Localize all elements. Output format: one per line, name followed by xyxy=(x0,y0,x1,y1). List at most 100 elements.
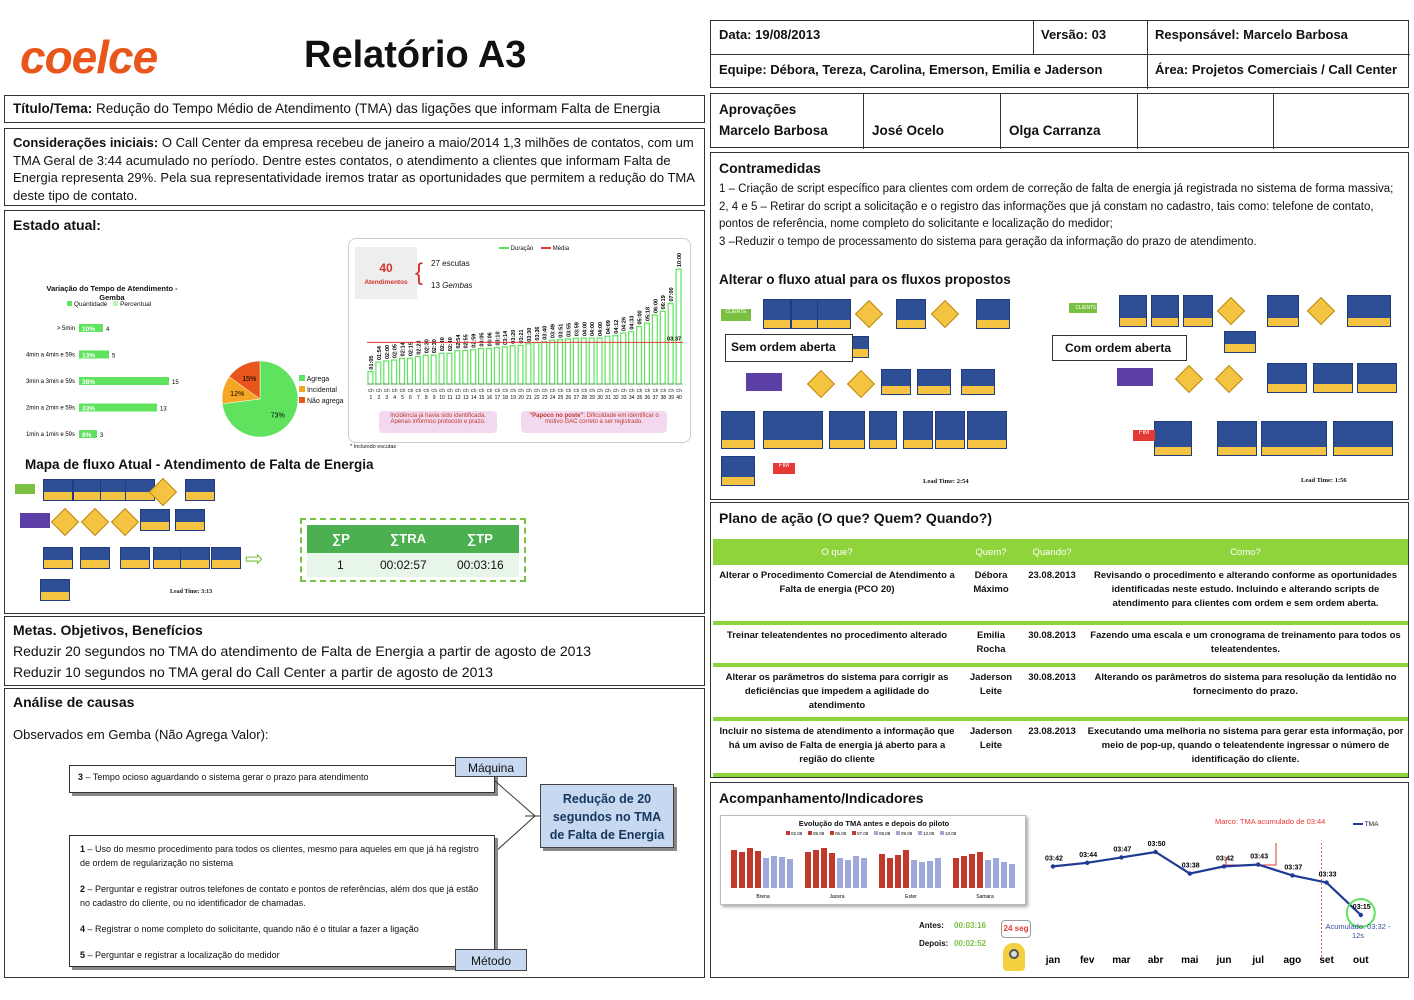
duration-bar xyxy=(406,357,414,385)
evo-bar xyxy=(903,850,909,888)
duration-bar xyxy=(572,337,579,385)
method-cause-1: 1 – Uso do mesmo procedimento para todos… xyxy=(80,842,484,870)
variation-legend: Quantidade Percentual xyxy=(67,301,151,308)
variation-category-label: 3min a 3min e 59s xyxy=(26,379,75,385)
duration-category-label: 9 xyxy=(433,395,436,401)
method-cause-5-text: – Perguntar e registrar a localização do… xyxy=(85,950,280,960)
duration-category-label: 15 xyxy=(479,395,485,401)
report-area: Área: Projetos Comerciais / Call Center xyxy=(1155,62,1398,77)
tma-point xyxy=(1256,862,1261,867)
duration-value-label: 02:30 xyxy=(424,339,430,353)
row-1-when: 23.08.2013 xyxy=(1021,565,1083,625)
lead-time-left: Lead Time: 2:54 xyxy=(923,478,969,485)
fim-box-right: FIM xyxy=(1133,430,1155,441)
action-plan-table-wrap: O que? Quem? Quando? Como? Alterar o Pro… xyxy=(713,539,1408,777)
tma-legend: TMA xyxy=(1353,821,1378,828)
duration-value-label: 02:54 xyxy=(456,334,462,349)
duration-category-label: 12 xyxy=(455,395,461,401)
duration-value-label: 04:09 xyxy=(606,320,612,334)
evo-legend-label: 07.08 xyxy=(857,831,869,836)
duration-category-label: 32 xyxy=(613,395,619,401)
method-cause-2: 2 – Perguntar e registrar outros telefon… xyxy=(80,882,484,910)
tma-point xyxy=(1119,855,1124,860)
pie-legend-agrega: Agrega xyxy=(306,376,330,383)
evo-bar xyxy=(861,858,867,888)
variation-qty-label: 13 xyxy=(160,407,167,413)
row-1-who: Débora Máximo xyxy=(961,565,1021,625)
evo-bar xyxy=(813,850,819,888)
approver-3: Olga Carranza xyxy=(1009,123,1101,138)
fim-box-left: FIM xyxy=(773,463,795,474)
report-team: Equipe: Débora, Tereza, Carolina, Emerso… xyxy=(719,62,1103,77)
tma-value-label: 03:44 xyxy=(1079,852,1097,859)
row-4-when: 23.08.2013 xyxy=(1021,719,1083,777)
duration-category-label: 21 xyxy=(526,395,532,401)
header-who: Quem? xyxy=(961,539,1021,565)
row-3-who: Jaderson Leite xyxy=(961,665,1021,721)
mean-label: 03:37 xyxy=(667,336,681,342)
tma-value-label: 03:38 xyxy=(1182,863,1200,870)
duration-bar xyxy=(446,352,453,385)
duration-bar xyxy=(422,354,429,385)
duration-bar xyxy=(651,314,658,385)
header-what: O que? xyxy=(713,539,961,565)
duration-bar xyxy=(509,345,516,385)
duration-value-label: 02:05 xyxy=(393,344,399,358)
duration-value-label: 10:00 xyxy=(677,253,683,267)
label-without-order: Sem ordem aberta xyxy=(725,334,853,362)
tma-month-label: fev xyxy=(1080,955,1095,966)
duration-category-label: 1 xyxy=(370,395,373,401)
after-value: 00:02:52 xyxy=(954,939,987,948)
duration-value-label: 02:15 xyxy=(408,342,414,356)
duration-axis-ch: Ch xyxy=(487,388,493,393)
tma-point xyxy=(1290,873,1295,878)
duration-axis-ch: Ch xyxy=(439,388,445,393)
row-2-what: Treinar teleatendentes no procedimento a… xyxy=(713,623,961,667)
tma-point xyxy=(1324,880,1329,885)
evo-bar xyxy=(927,861,933,888)
duration-bar xyxy=(517,344,524,385)
duration-value-label: 03:06 xyxy=(487,332,493,346)
duration-value-label: 03:20 xyxy=(511,330,517,344)
pie-slice-label: 15% xyxy=(242,376,256,383)
evo-bar xyxy=(977,852,983,888)
duration-value-label: 03:59 xyxy=(574,322,580,336)
tma-point xyxy=(1358,912,1363,918)
duration-axis-ch: Ch xyxy=(668,388,674,393)
duration-axis-ch: Ch xyxy=(415,388,421,393)
evo-legend-swatch xyxy=(918,831,922,835)
duration-value-label: 04:00 xyxy=(598,322,604,336)
variation-category-label: > 5min xyxy=(57,326,75,332)
duration-category-label: 13 xyxy=(463,395,469,401)
evo-bar xyxy=(779,857,785,888)
header-when: Quando? xyxy=(1021,539,1083,565)
duration-axis-ch: Ch xyxy=(526,388,532,393)
flow-start-box xyxy=(20,513,50,528)
evo-legend-swatch xyxy=(874,831,878,835)
tma-value-label: 03:15 xyxy=(1353,904,1371,911)
evo-bar xyxy=(837,858,843,888)
duration-axis-ch: Ch xyxy=(431,388,437,393)
evo-bar xyxy=(787,859,793,888)
before-after-chart-panel: Evolução do TMA antes e depois do piloto… xyxy=(720,815,1026,905)
duration-bar xyxy=(604,335,611,385)
duration-value-label: 02:00 xyxy=(385,345,391,359)
variation-percent-label: 8% xyxy=(82,432,92,439)
evo-bar xyxy=(731,850,737,888)
duration-bar xyxy=(398,357,406,385)
cause-analysis-section: Análise de causas Observados em Gemba (N… xyxy=(4,688,705,978)
duration-category-label: 5 xyxy=(401,395,404,401)
evo-bar xyxy=(953,858,959,888)
duration-category-label: 37 xyxy=(653,395,659,401)
duration-bar xyxy=(549,339,556,385)
client-box-right: CLIENTE xyxy=(1075,305,1097,311)
header-info-table: Data: 19/08/2013 Versão: 03 Responsável:… xyxy=(710,20,1410,89)
duration-bar xyxy=(501,346,508,385)
duration-value-label: 03:10 xyxy=(495,331,501,345)
variation-category-label: 4min a 4min e 59s xyxy=(26,353,75,359)
evo-legend-swatch xyxy=(940,831,944,835)
duration-bar xyxy=(659,310,666,385)
approvals-section: Aprovações Marcelo Barbosa José Ocelo Ol… xyxy=(710,93,1409,149)
duration-axis-ch: Ch xyxy=(550,388,556,393)
pie-legend: Agrega Incidental Não agrega xyxy=(299,374,344,407)
